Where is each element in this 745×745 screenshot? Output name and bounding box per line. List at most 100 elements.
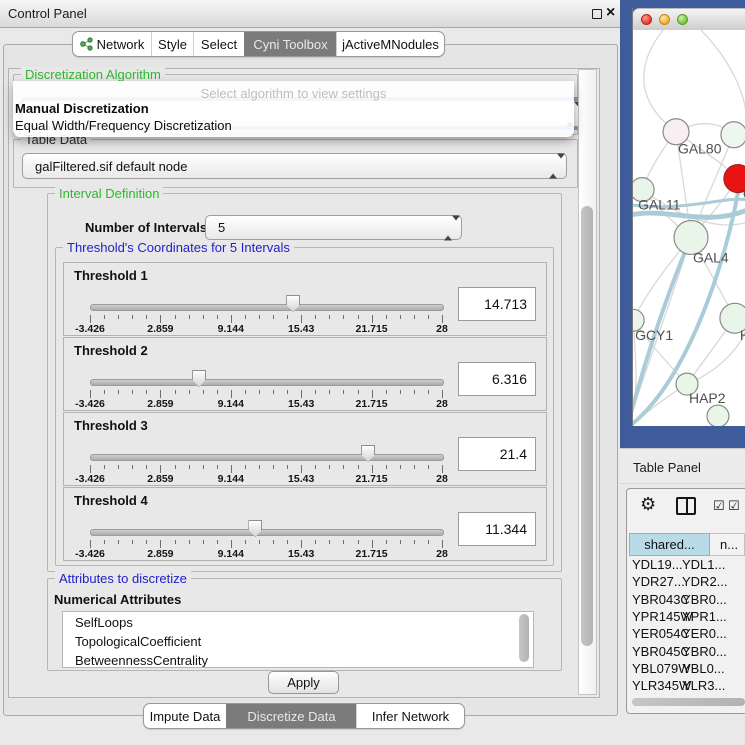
num-intervals-combobox[interactable]: 5 [205,215,462,240]
tick-mark [259,540,260,544]
threshold-slider-track[interactable] [90,529,444,536]
popup-option-equal-width[interactable]: Equal Width/Frequency Discretization [15,118,232,133]
network-node[interactable] [707,405,729,426]
tab-infer-network[interactable]: Infer Network [356,704,464,728]
threshold-value-field[interactable] [458,287,536,321]
tick-mark [315,390,316,394]
tick-mark [118,315,119,319]
table-row[interactable]: YBL079WYBL0... [629,660,745,677]
tick-mark [189,390,190,394]
tab-style[interactable]: Style [151,32,193,56]
tick-mark [259,465,260,469]
num-intervals-label: Number of Intervals [85,220,207,235]
tick-mark [245,390,246,394]
column-header-shared-name[interactable]: shared... [629,533,710,556]
combo-arrows-icon [444,220,452,235]
cell-name[interactable]: YLR3... [682,678,725,693]
cell-name[interactable]: YPR1... [682,609,727,624]
tick-mark [132,390,133,394]
zoom-traffic-light-icon[interactable] [677,14,688,25]
tick-label: -3.426 [60,398,120,410]
network-canvas[interactable]: GAL80GCGAL11GAL4GCY1HHAP2 [633,30,745,426]
thresholds-group: Threshold's Coordinates for 5 Intervals … [55,247,554,566]
threshold-panel-1: Threshold 1-3.4262.8599.14415.4321.71528 [63,262,547,336]
tick-mark [301,315,302,323]
cell-name[interactable]: YBR0... [682,644,727,659]
cell-name[interactable]: YDR2... [682,574,728,589]
apply-button[interactable]: Apply [268,671,339,694]
tab-label: Cyni Toolbox [253,37,327,52]
network-window-titlebar[interactable] [633,8,745,31]
threshold-value-field[interactable] [458,437,536,471]
attribute-list-item[interactable]: BetweennessCentrality [75,653,208,668]
table-row[interactable]: YER054CYER0... [629,625,745,642]
minimize-traffic-light-icon[interactable] [659,14,670,25]
table-row[interactable]: YBR045CYBR0... [629,643,745,660]
tab-impute-data[interactable]: Impute Data [144,704,226,728]
network-edge[interactable] [687,330,745,384]
close-traffic-light-icon[interactable] [641,14,652,25]
tick-mark [315,315,316,319]
numerical-attributes-list[interactable]: SelfLoops TopologicalCoefficient Betweenne… [62,611,534,668]
tick-label: 21.715 [342,323,402,335]
cell-shared-name[interactable]: YDR27... [632,574,685,589]
thresholds-title: Threshold's Coordinates for 5 Intervals [63,240,294,255]
network-edge[interactable] [701,30,745,111]
tab-jactivemnodules[interactable]: jActiveMNodules [336,32,444,56]
table-row[interactable]: YDR27...YDR2... [629,573,745,590]
close-icon[interactable]: × [606,4,615,22]
tick-mark [287,390,288,394]
table-row[interactable]: YBR043CYBR0... [629,591,745,608]
tick-label: -3.426 [60,323,120,335]
tick-mark [231,540,232,548]
split-columns-icon[interactable] [676,497,696,515]
threshold-value-field[interactable] [458,362,536,396]
checkbox-icon[interactable]: ☑ [713,498,725,514]
table-row[interactable]: YPR145WYPR1... [629,608,745,625]
table-row[interactable]: YDL19...YDL1... [629,556,745,573]
table-row[interactable]: YLR345WYLR3... [629,677,745,694]
tick-label: 9.144 [201,398,261,410]
tick-mark [386,315,387,319]
table-row[interactable]: YIL052CYIL0... [629,694,745,695]
tab-label: Infer Network [372,709,449,724]
tick-mark [175,390,176,394]
cell-shared-name[interactable]: YDL19... [632,557,683,572]
panel-scrollbar-thumb[interactable] [581,206,593,646]
table-hscrollbar-thumb[interactable] [632,698,745,706]
tick-mark [301,540,302,548]
threshold-label: Threshold 2 [74,343,148,358]
threshold-slider-track[interactable] [90,379,444,386]
attribute-list-item[interactable]: SelfLoops [75,615,133,630]
table-data-combobox[interactable]: galFiltered.sif default node [22,153,567,179]
threshold-slider-track[interactable] [90,304,444,311]
gear-icon[interactable]: ⚙ [640,494,656,515]
tab-discretize-data[interactable]: Discretize Data [226,704,356,728]
tick-mark [245,315,246,319]
table-data-value: galFiltered.sif default node [35,159,187,174]
float-window-icon[interactable] [592,9,602,19]
threshold-slider-track[interactable] [90,454,444,461]
column-header-name[interactable]: n... [710,533,745,556]
threshold-value-field[interactable] [458,512,536,546]
combo-arrows-icon [549,159,557,174]
popup-option-manual[interactable]: Manual Discretization [15,101,149,116]
tick-mark [428,540,429,544]
cell-name[interactable]: YDL1... [682,557,725,572]
cell-name[interactable]: YER0... [682,626,727,641]
tab-cyni-toolbox[interactable]: Cyni Toolbox [244,32,336,56]
list-scrollbar-thumb[interactable] [519,614,529,662]
tab-select[interactable]: Select [193,32,244,56]
network-edge[interactable] [644,30,676,132]
node-label: GAL11 [638,197,681,213]
tick-label: 15.43 [271,548,331,560]
attribute-list-item[interactable]: TopologicalCoefficient [75,634,201,649]
network-node-g[interactable] [721,122,745,148]
cell-name[interactable]: YBL0... [682,661,725,676]
checkbox-icon[interactable]: ☑ [728,498,740,514]
numerical-attributes-heading: Numerical Attributes [54,592,181,607]
cell-name[interactable]: YBR0... [682,592,727,607]
node-label: HAP2 [689,390,726,406]
tab-network[interactable]: Network [73,32,151,56]
tick-mark [301,465,302,473]
